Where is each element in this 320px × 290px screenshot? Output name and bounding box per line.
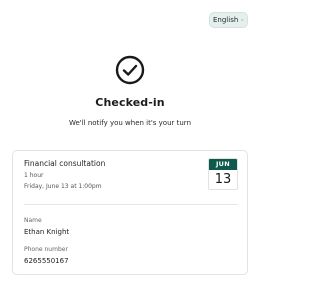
status-message: We'll notify you when it's your turn bbox=[68, 119, 191, 127]
check-circle-icon bbox=[115, 55, 145, 85]
card-divider bbox=[24, 204, 238, 205]
checkin-page: English Checked-in We'll notify you when… bbox=[0, 0, 260, 290]
appointment-datetime: Friday, June 13 at 1:00pm bbox=[24, 183, 102, 190]
service-duration: 1 hour bbox=[24, 172, 44, 179]
phone-label: Phone number bbox=[24, 246, 68, 253]
date-badge: JUN 13 bbox=[208, 158, 238, 190]
status-title: Checked-in bbox=[95, 96, 165, 109]
chevron-down-icon bbox=[241, 19, 244, 21]
language-label: English bbox=[213, 16, 239, 24]
service-name: Financial consultation bbox=[24, 159, 106, 168]
name-label: Name bbox=[24, 217, 42, 224]
customer-phone: 6265550167 bbox=[24, 257, 69, 265]
badge-month: JUN bbox=[209, 159, 237, 170]
badge-day: 13 bbox=[214, 172, 232, 187]
customer-name: Ethan Knight bbox=[24, 228, 70, 236]
language-selector[interactable]: English bbox=[209, 12, 248, 28]
appointment-card: Financial consultation 1 hour Friday, Ju… bbox=[12, 150, 248, 275]
